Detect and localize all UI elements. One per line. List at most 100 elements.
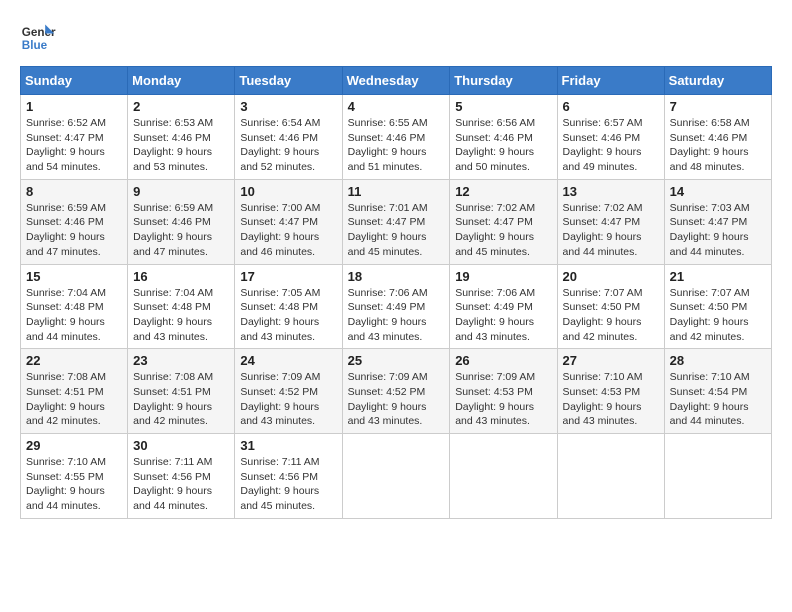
day-number: 3	[240, 99, 336, 114]
calendar-day-cell: 4 Sunrise: 6:55 AM Sunset: 4:46 PM Dayli…	[342, 95, 450, 180]
day-info: Sunrise: 7:06 AM Sunset: 4:49 PM Dayligh…	[348, 286, 445, 345]
day-number: 26	[455, 353, 551, 368]
calendar-table: SundayMondayTuesdayWednesdayThursdayFrid…	[20, 66, 772, 519]
calendar-header-tuesday: Tuesday	[235, 67, 342, 95]
day-number: 23	[133, 353, 229, 368]
day-info: Sunrise: 7:05 AM Sunset: 4:48 PM Dayligh…	[240, 286, 336, 345]
day-info: Sunrise: 7:03 AM Sunset: 4:47 PM Dayligh…	[670, 201, 766, 260]
day-number: 4	[348, 99, 445, 114]
day-number: 2	[133, 99, 229, 114]
calendar-day-cell: 9 Sunrise: 6:59 AM Sunset: 4:46 PM Dayli…	[128, 179, 235, 264]
calendar-week-row: 15 Sunrise: 7:04 AM Sunset: 4:48 PM Dayl…	[21, 264, 772, 349]
calendar-day-cell: 14 Sunrise: 7:03 AM Sunset: 4:47 PM Dayl…	[664, 179, 771, 264]
calendar-day-cell: 22 Sunrise: 7:08 AM Sunset: 4:51 PM Dayl…	[21, 349, 128, 434]
day-info: Sunrise: 7:09 AM Sunset: 4:52 PM Dayligh…	[348, 370, 445, 429]
day-number: 22	[26, 353, 122, 368]
day-number: 19	[455, 269, 551, 284]
day-info: Sunrise: 7:08 AM Sunset: 4:51 PM Dayligh…	[133, 370, 229, 429]
day-number: 8	[26, 184, 122, 199]
day-number: 11	[348, 184, 445, 199]
day-number: 1	[26, 99, 122, 114]
calendar-day-cell	[342, 434, 450, 519]
day-number: 28	[670, 353, 766, 368]
calendar-day-cell: 19 Sunrise: 7:06 AM Sunset: 4:49 PM Dayl…	[450, 264, 557, 349]
day-info: Sunrise: 7:09 AM Sunset: 4:53 PM Dayligh…	[455, 370, 551, 429]
calendar-week-row: 8 Sunrise: 6:59 AM Sunset: 4:46 PM Dayli…	[21, 179, 772, 264]
calendar-header-thursday: Thursday	[450, 67, 557, 95]
day-info: Sunrise: 7:08 AM Sunset: 4:51 PM Dayligh…	[26, 370, 122, 429]
calendar-day-cell: 12 Sunrise: 7:02 AM Sunset: 4:47 PM Dayl…	[450, 179, 557, 264]
day-info: Sunrise: 6:53 AM Sunset: 4:46 PM Dayligh…	[133, 116, 229, 175]
calendar-day-cell: 16 Sunrise: 7:04 AM Sunset: 4:48 PM Dayl…	[128, 264, 235, 349]
day-number: 6	[563, 99, 659, 114]
calendar-day-cell: 21 Sunrise: 7:07 AM Sunset: 4:50 PM Dayl…	[664, 264, 771, 349]
calendar-day-cell: 27 Sunrise: 7:10 AM Sunset: 4:53 PM Dayl…	[557, 349, 664, 434]
calendar-day-cell	[557, 434, 664, 519]
day-info: Sunrise: 6:55 AM Sunset: 4:46 PM Dayligh…	[348, 116, 445, 175]
calendar-day-cell: 1 Sunrise: 6:52 AM Sunset: 4:47 PM Dayli…	[21, 95, 128, 180]
day-number: 13	[563, 184, 659, 199]
calendar-day-cell: 28 Sunrise: 7:10 AM Sunset: 4:54 PM Dayl…	[664, 349, 771, 434]
calendar-header-wednesday: Wednesday	[342, 67, 450, 95]
calendar-day-cell: 17 Sunrise: 7:05 AM Sunset: 4:48 PM Dayl…	[235, 264, 342, 349]
page-header: General Blue	[20, 20, 772, 56]
calendar-day-cell: 29 Sunrise: 7:10 AM Sunset: 4:55 PM Dayl…	[21, 434, 128, 519]
day-info: Sunrise: 7:01 AM Sunset: 4:47 PM Dayligh…	[348, 201, 445, 260]
day-info: Sunrise: 7:09 AM Sunset: 4:52 PM Dayligh…	[240, 370, 336, 429]
calendar-day-cell: 8 Sunrise: 6:59 AM Sunset: 4:46 PM Dayli…	[21, 179, 128, 264]
calendar-week-row: 1 Sunrise: 6:52 AM Sunset: 4:47 PM Dayli…	[21, 95, 772, 180]
day-number: 24	[240, 353, 336, 368]
calendar-day-cell: 30 Sunrise: 7:11 AM Sunset: 4:56 PM Dayl…	[128, 434, 235, 519]
day-info: Sunrise: 7:02 AM Sunset: 4:47 PM Dayligh…	[455, 201, 551, 260]
calendar-day-cell: 2 Sunrise: 6:53 AM Sunset: 4:46 PM Dayli…	[128, 95, 235, 180]
calendar-day-cell: 15 Sunrise: 7:04 AM Sunset: 4:48 PM Dayl…	[21, 264, 128, 349]
day-info: Sunrise: 7:07 AM Sunset: 4:50 PM Dayligh…	[670, 286, 766, 345]
day-info: Sunrise: 7:00 AM Sunset: 4:47 PM Dayligh…	[240, 201, 336, 260]
day-info: Sunrise: 7:10 AM Sunset: 4:54 PM Dayligh…	[670, 370, 766, 429]
day-number: 29	[26, 438, 122, 453]
day-number: 9	[133, 184, 229, 199]
day-number: 20	[563, 269, 659, 284]
calendar-day-cell: 26 Sunrise: 7:09 AM Sunset: 4:53 PM Dayl…	[450, 349, 557, 434]
day-info: Sunrise: 6:52 AM Sunset: 4:47 PM Dayligh…	[26, 116, 122, 175]
calendar-day-cell: 7 Sunrise: 6:58 AM Sunset: 4:46 PM Dayli…	[664, 95, 771, 180]
svg-text:Blue: Blue	[22, 39, 48, 52]
day-number: 7	[670, 99, 766, 114]
calendar-day-cell: 18 Sunrise: 7:06 AM Sunset: 4:49 PM Dayl…	[342, 264, 450, 349]
day-info: Sunrise: 7:10 AM Sunset: 4:55 PM Dayligh…	[26, 455, 122, 514]
calendar-day-cell: 3 Sunrise: 6:54 AM Sunset: 4:46 PM Dayli…	[235, 95, 342, 180]
logo-icon: General Blue	[20, 20, 56, 56]
calendar-day-cell: 5 Sunrise: 6:56 AM Sunset: 4:46 PM Dayli…	[450, 95, 557, 180]
calendar-header-sunday: Sunday	[21, 67, 128, 95]
calendar-day-cell: 20 Sunrise: 7:07 AM Sunset: 4:50 PM Dayl…	[557, 264, 664, 349]
calendar-header-friday: Friday	[557, 67, 664, 95]
day-number: 5	[455, 99, 551, 114]
calendar-day-cell: 24 Sunrise: 7:09 AM Sunset: 4:52 PM Dayl…	[235, 349, 342, 434]
day-info: Sunrise: 7:04 AM Sunset: 4:48 PM Dayligh…	[133, 286, 229, 345]
day-number: 30	[133, 438, 229, 453]
day-number: 14	[670, 184, 766, 199]
day-info: Sunrise: 6:56 AM Sunset: 4:46 PM Dayligh…	[455, 116, 551, 175]
day-info: Sunrise: 7:10 AM Sunset: 4:53 PM Dayligh…	[563, 370, 659, 429]
day-info: Sunrise: 6:59 AM Sunset: 4:46 PM Dayligh…	[133, 201, 229, 260]
calendar-day-cell	[664, 434, 771, 519]
calendar-week-row: 22 Sunrise: 7:08 AM Sunset: 4:51 PM Dayl…	[21, 349, 772, 434]
calendar-day-cell	[450, 434, 557, 519]
day-number: 25	[348, 353, 445, 368]
calendar-week-row: 29 Sunrise: 7:10 AM Sunset: 4:55 PM Dayl…	[21, 434, 772, 519]
day-number: 16	[133, 269, 229, 284]
day-info: Sunrise: 7:07 AM Sunset: 4:50 PM Dayligh…	[563, 286, 659, 345]
calendar-day-cell: 11 Sunrise: 7:01 AM Sunset: 4:47 PM Dayl…	[342, 179, 450, 264]
calendar-day-cell: 31 Sunrise: 7:11 AM Sunset: 4:56 PM Dayl…	[235, 434, 342, 519]
day-number: 15	[26, 269, 122, 284]
calendar-day-cell: 6 Sunrise: 6:57 AM Sunset: 4:46 PM Dayli…	[557, 95, 664, 180]
day-info: Sunrise: 7:11 AM Sunset: 4:56 PM Dayligh…	[240, 455, 336, 514]
day-info: Sunrise: 7:11 AM Sunset: 4:56 PM Dayligh…	[133, 455, 229, 514]
calendar-day-cell: 10 Sunrise: 7:00 AM Sunset: 4:47 PM Dayl…	[235, 179, 342, 264]
day-info: Sunrise: 7:02 AM Sunset: 4:47 PM Dayligh…	[563, 201, 659, 260]
day-info: Sunrise: 7:06 AM Sunset: 4:49 PM Dayligh…	[455, 286, 551, 345]
logo: General Blue	[20, 20, 56, 56]
day-number: 21	[670, 269, 766, 284]
day-number: 10	[240, 184, 336, 199]
calendar-day-cell: 23 Sunrise: 7:08 AM Sunset: 4:51 PM Dayl…	[128, 349, 235, 434]
